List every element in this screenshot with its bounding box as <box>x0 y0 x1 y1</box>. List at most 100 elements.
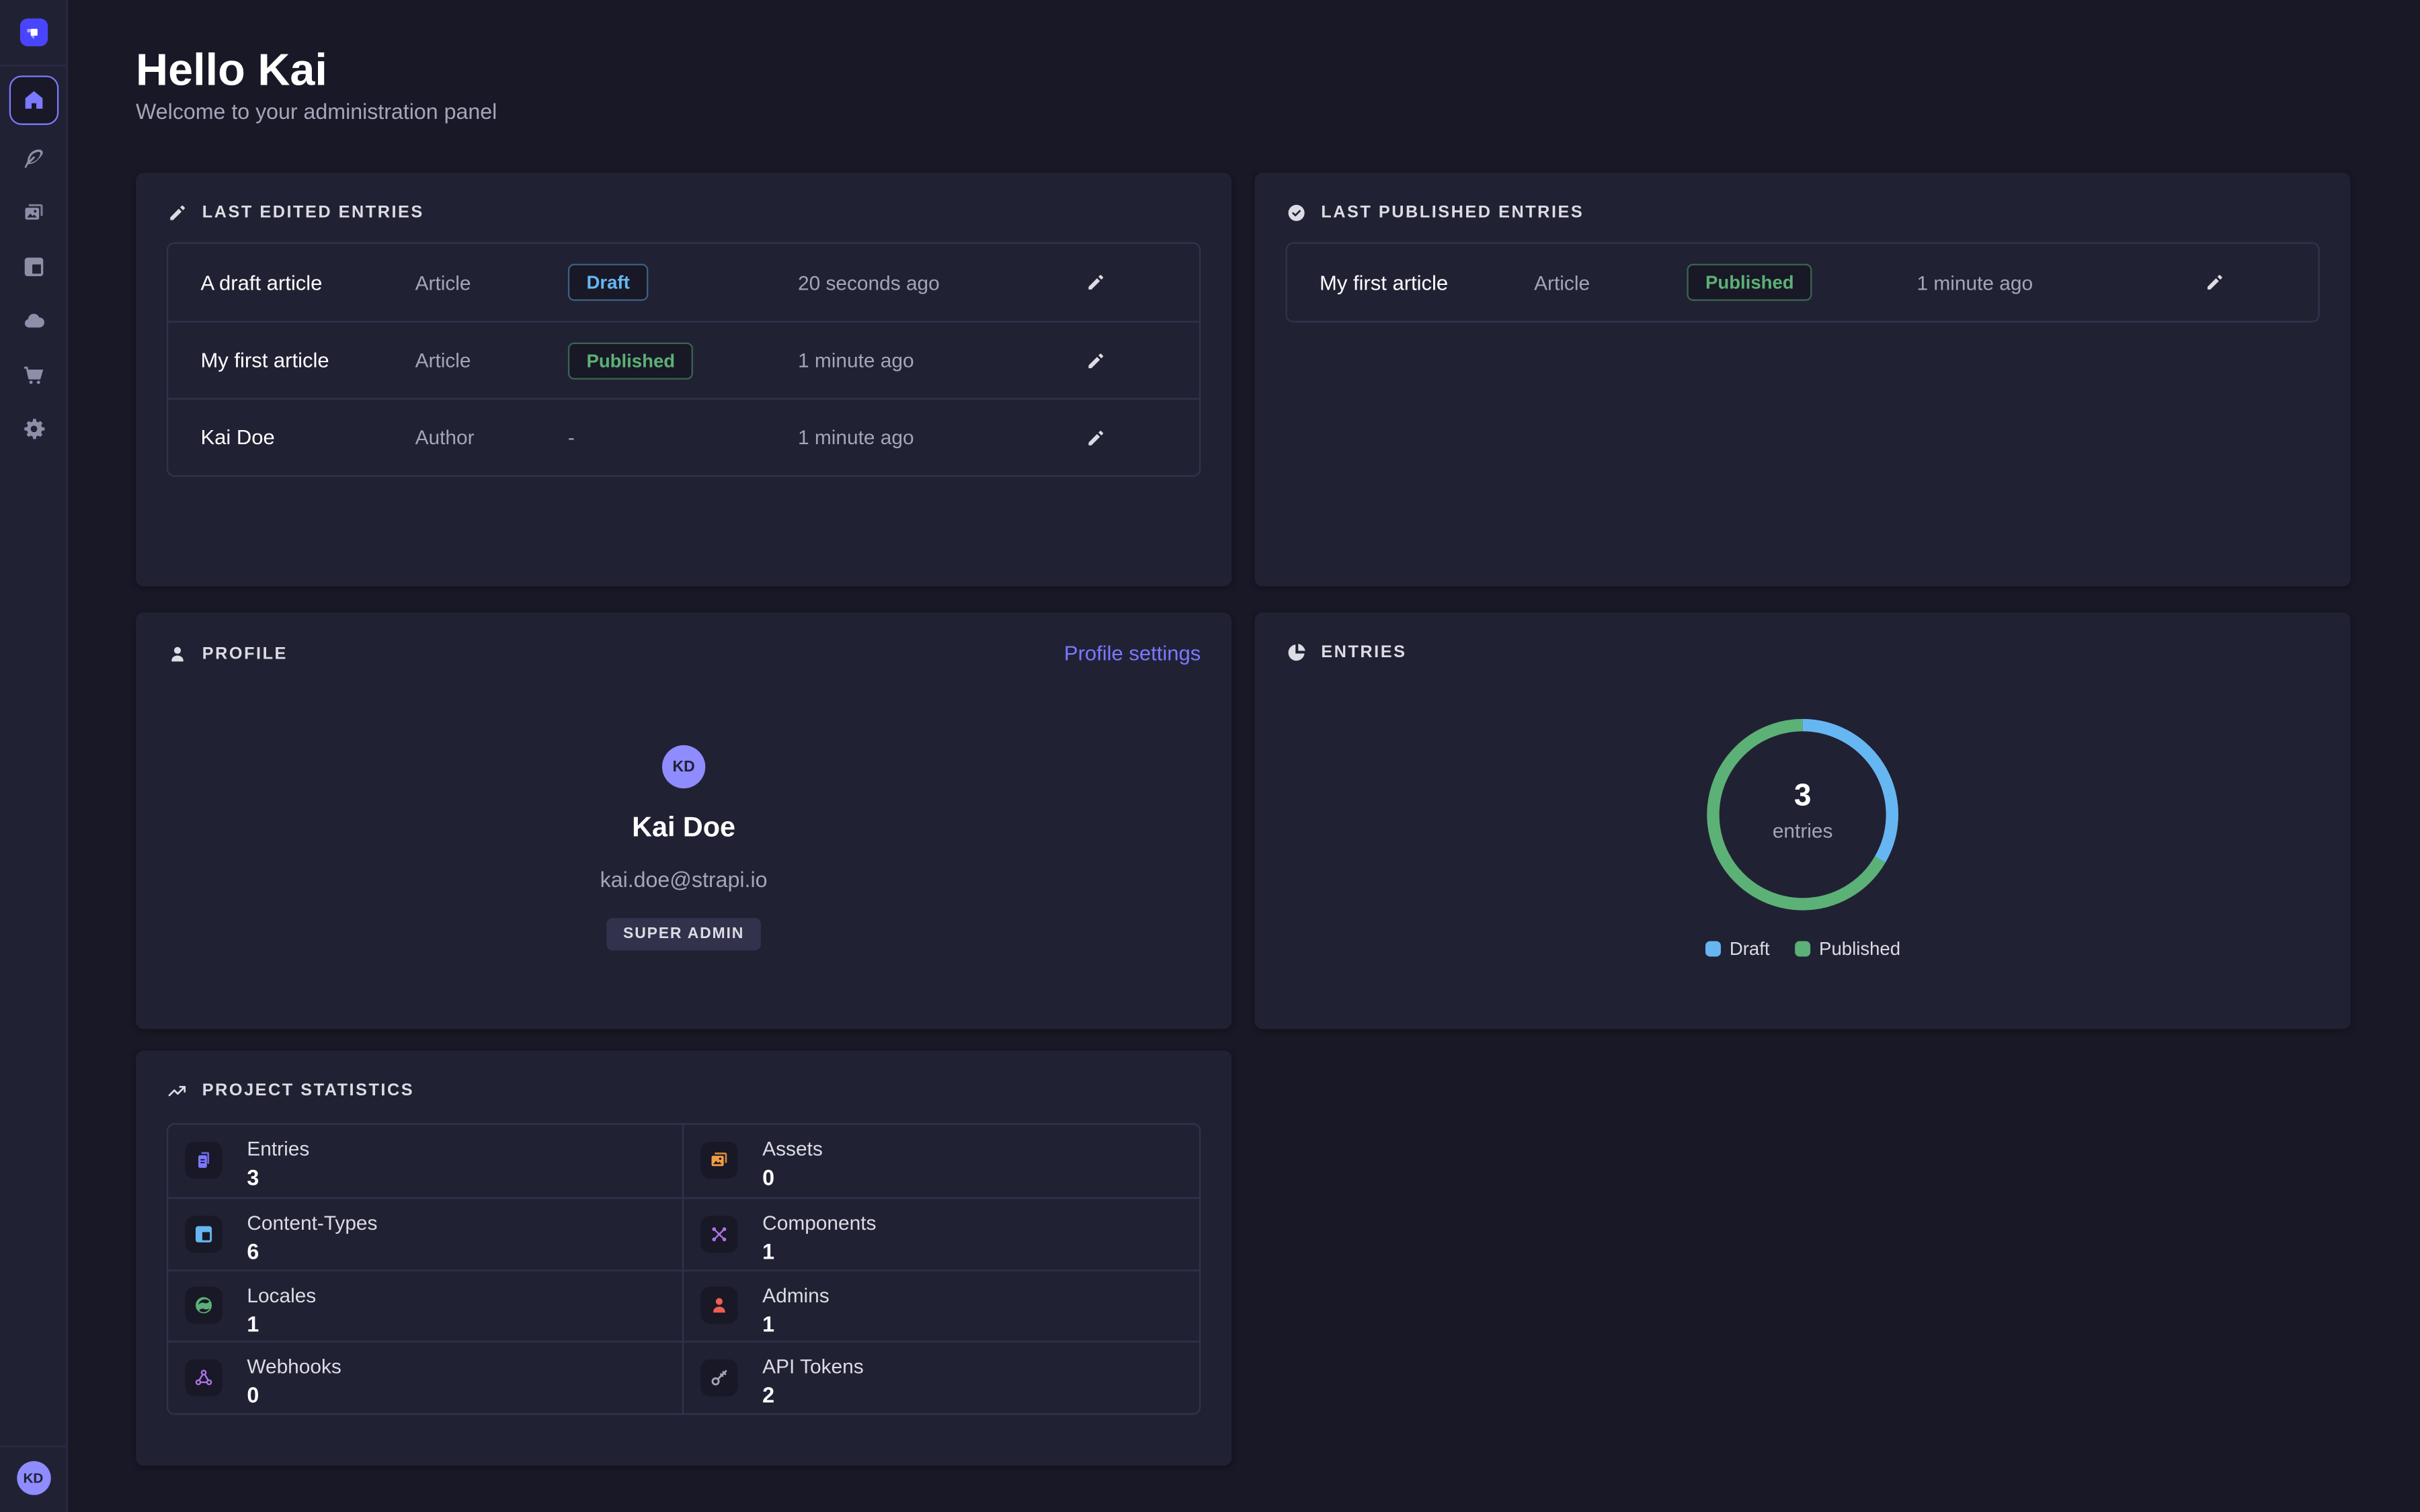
stat-locales: Locales 1 <box>168 1269 684 1341</box>
entry-time: 1 minute ago <box>798 426 1085 449</box>
stat-value: 2 <box>762 1383 1199 1408</box>
status-badge: Published <box>1687 264 1812 301</box>
layout-icon <box>193 1223 214 1245</box>
stat-label: Admins <box>762 1283 1199 1306</box>
gear-icon <box>21 417 46 442</box>
stat-label: Webhooks <box>247 1355 682 1378</box>
sidebar-item-content-manager[interactable] <box>10 136 56 182</box>
entry-status-cell: - <box>568 423 798 451</box>
chart-legend: Draft Published <box>1255 938 2351 960</box>
sidebar-item-deploy[interactable] <box>10 298 56 344</box>
last-published-entries-card: LAST PUBLISHED ENTRIES My first article … <box>1255 173 2351 586</box>
stat-icon-tile <box>700 1288 737 1325</box>
user-avatar[interactable]: KD <box>16 1461 50 1495</box>
stat-icon-tile <box>186 1142 223 1179</box>
table-row[interactable]: My first article Article Published 1 min… <box>1287 244 2318 321</box>
stat-api-tokens: API Tokens 2 <box>684 1341 1199 1413</box>
profile-settings-link[interactable]: Profile settings <box>1064 642 1201 665</box>
feather-icon <box>21 146 46 171</box>
stat-assets: Assets 0 <box>684 1125 1199 1197</box>
entry-type: Author <box>415 426 568 449</box>
card-title: PROJECT STATISTICS <box>202 1081 414 1100</box>
last-published-table: My first article Article Published 1 min… <box>1285 242 2319 322</box>
card-header: PROJECT STATISTICS <box>136 1051 1232 1102</box>
edit-button[interactable] <box>2204 271 2318 293</box>
last-edited-entries-card: LAST EDITED ENTRIES A draft article Arti… <box>136 173 1232 586</box>
pencil-icon <box>167 202 188 224</box>
stat-label: Assets <box>762 1137 1199 1160</box>
entries-card: ENTRIES 3 entries Draft Published <box>1255 612 2351 1029</box>
check-circle-icon <box>1285 202 1307 224</box>
sidebar-item-marketplace[interactable] <box>10 351 56 398</box>
pie-chart-icon <box>1285 642 1307 663</box>
stat-icon-tile <box>700 1215 737 1252</box>
stat-webhooks: Webhooks 0 <box>168 1341 684 1413</box>
entry-type: Article <box>1534 271 1687 294</box>
legend-chip <box>1794 941 1810 957</box>
entry-time: 1 minute ago <box>1917 271 2204 294</box>
pencil-icon <box>2204 271 2226 293</box>
profile-name: Kai Doe <box>136 812 1232 844</box>
entry-time: 1 minute ago <box>798 349 1085 372</box>
sidebar-item-media-library[interactable] <box>10 190 56 236</box>
user-icon <box>709 1295 730 1316</box>
table-row[interactable]: Kai Doe Author - 1 minute ago <box>168 398 1199 475</box>
card-header: PROFILE Profile settings <box>136 612 1232 665</box>
key-icon <box>709 1367 730 1388</box>
entry-name: Kai Doe <box>200 426 415 449</box>
stat-icon-tile <box>186 1359 223 1396</box>
stats-grid: Entries 3 Assets 0 Content-Types 6 Compo… <box>167 1123 1201 1415</box>
stat-value: 0 <box>762 1165 1199 1189</box>
stat-value: 1 <box>762 1310 1199 1335</box>
sidebar-item-settings[interactable] <box>10 406 56 452</box>
legend-label: Draft <box>1730 938 1770 960</box>
legend-chip <box>1705 941 1720 957</box>
strapi-dashboard: KD Hello Kai Welcome to your administrat… <box>0 0 2420 1512</box>
stat-icon-tile <box>700 1359 737 1396</box>
legend-label: Published <box>1819 938 1900 960</box>
entry-type: Article <box>415 271 568 294</box>
edit-button[interactable] <box>1085 349 1199 371</box>
entries-donut <box>1702 714 1902 915</box>
stat-value: 0 <box>247 1383 682 1408</box>
table-row[interactable]: My first article Article Published 1 min… <box>168 321 1199 398</box>
stat-value: 1 <box>762 1238 1199 1263</box>
role-badge: SUPER ADMIN <box>606 918 762 950</box>
sidebar-bottom: KD <box>0 1445 67 1512</box>
status-empty: - <box>568 425 575 448</box>
card-header: LAST EDITED ENTRIES <box>136 173 1232 224</box>
page-title: Hello Kai <box>136 46 327 97</box>
sidebar-item-content-type-builder[interactable] <box>10 244 56 290</box>
strapi-logo[interactable] <box>19 19 47 46</box>
stat-value: 1 <box>247 1310 682 1335</box>
stat-entries: Entries 3 <box>168 1125 684 1197</box>
card-title: PROFILE <box>202 644 288 663</box>
stat-value: 3 <box>247 1165 682 1189</box>
stat-label: Components <box>762 1211 1199 1234</box>
pictures-icon <box>709 1150 730 1171</box>
stat-components: Components 1 <box>684 1197 1199 1269</box>
stat-label: Locales <box>247 1283 682 1306</box>
stat-label: Entries <box>247 1137 682 1160</box>
legend-item: Published <box>1794 938 1900 960</box>
stat-label: Content-Types <box>247 1211 682 1234</box>
project-statistics-card: PROJECT STATISTICS Entries 3 Assets 0 Co… <box>136 1051 1232 1466</box>
card-title: LAST EDITED ENTRIES <box>202 204 424 222</box>
sidebar-item-home[interactable] <box>9 75 58 124</box>
globe-icon <box>193 1295 214 1316</box>
profile-email: kai.doe@strapi.io <box>136 867 1232 892</box>
entry-status-cell: Draft <box>568 264 798 301</box>
status-badge: Published <box>568 342 694 379</box>
stat-icon-tile <box>700 1142 737 1179</box>
profile-card: PROFILE Profile settings KD Kai Doe kai.… <box>136 612 1232 1029</box>
stat-admins: Admins 1 <box>684 1269 1199 1341</box>
pencil-icon <box>1085 427 1106 448</box>
status-badge: Draft <box>568 264 648 301</box>
entry-type: Article <box>415 349 568 372</box>
edit-button[interactable] <box>1085 427 1199 448</box>
entry-name: A draft article <box>200 271 415 294</box>
table-row[interactable]: A draft article Article Draft 20 seconds… <box>168 244 1199 321</box>
pencil-icon <box>1085 271 1106 293</box>
edit-button[interactable] <box>1085 271 1199 293</box>
stat-icon-tile <box>186 1288 223 1325</box>
